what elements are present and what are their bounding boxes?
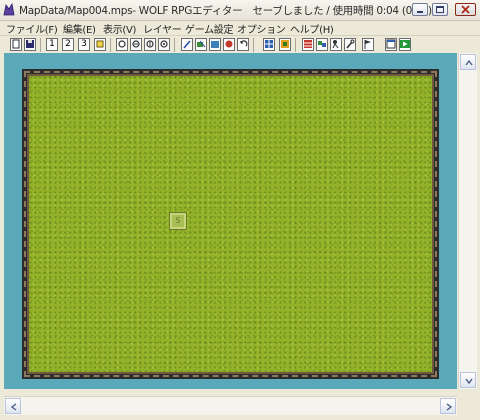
minimize-button[interactable] xyxy=(412,3,428,16)
map-canvas[interactable]: S xyxy=(4,53,457,389)
test-play-button[interactable] xyxy=(399,38,411,51)
close-icon xyxy=(461,5,470,14)
toolbar-separator xyxy=(40,38,41,52)
character-button[interactable] xyxy=(330,38,342,51)
rectangle-icon xyxy=(197,40,206,48)
menu-edit[interactable]: 編集(E) xyxy=(63,21,96,36)
zoom-2x-button[interactable] xyxy=(130,38,142,51)
new-file-button[interactable] xyxy=(10,38,22,51)
scrollbar-corner xyxy=(458,396,476,414)
scroll-up-button[interactable] xyxy=(460,54,476,70)
save-button[interactable] xyxy=(24,38,36,51)
test-play-settings-button[interactable] xyxy=(362,38,374,51)
toolbar-separator xyxy=(253,38,254,52)
rect-tool-button[interactable] xyxy=(195,38,207,51)
menu-file[interactable]: ファイル(F) xyxy=(6,21,58,36)
start-position-marker[interactable]: S xyxy=(169,212,187,230)
maximize-icon xyxy=(436,6,444,13)
zoom-icon xyxy=(132,40,140,48)
common-event-icon xyxy=(318,41,326,47)
arrow-left-icon xyxy=(10,403,17,411)
map-border: S xyxy=(22,69,439,379)
fill-tool-button[interactable] xyxy=(209,38,221,51)
maximize-button[interactable] xyxy=(432,3,448,16)
menu-options[interactable]: オプション xyxy=(237,21,286,36)
stamp-tool-button[interactable] xyxy=(223,38,235,51)
arrow-down-icon xyxy=(465,378,473,385)
layer-2-button[interactable]: 2 xyxy=(62,38,74,51)
scroll-down-button[interactable] xyxy=(460,372,476,388)
new-file-icon xyxy=(12,39,20,49)
flag-icon xyxy=(364,40,371,49)
map-grid-icon xyxy=(265,40,273,48)
paint-bucket-icon xyxy=(211,41,219,48)
window-icon xyxy=(386,39,396,49)
zoom-quarter-button[interactable] xyxy=(158,38,170,51)
start-marker-label: S xyxy=(175,216,181,225)
play-icon xyxy=(400,40,410,48)
map-select-button[interactable] xyxy=(263,38,275,51)
save-icon xyxy=(26,40,34,48)
title-bar[interactable]: MapData/Map004.mps- WOLF RPGエディター セーブしまし… xyxy=(0,0,480,21)
arrow-up-icon xyxy=(465,59,473,66)
scroll-left-button[interactable] xyxy=(5,398,21,414)
close-button[interactable] xyxy=(455,3,476,16)
zoom-half-button[interactable] xyxy=(144,38,156,51)
tileset-icon xyxy=(281,40,289,48)
minimize-icon xyxy=(417,11,423,13)
tools-button[interactable] xyxy=(344,38,356,51)
event-layer-button[interactable] xyxy=(94,38,106,51)
database-button[interactable] xyxy=(302,38,314,51)
vertical-scrollbar[interactable] xyxy=(458,53,477,389)
menu-bar: ファイル(F) 編集(E) 表示(V) レイヤー ゲーム設定 オプション ヘルプ… xyxy=(0,20,480,36)
toolbar-separator xyxy=(110,38,111,52)
undo-icon xyxy=(240,40,248,47)
scroll-right-button[interactable] xyxy=(440,398,456,414)
common-event-button[interactable] xyxy=(316,38,328,51)
arrow-right-icon xyxy=(446,403,453,411)
wrench-icon xyxy=(346,39,355,49)
toolbar: 1 2 3 xyxy=(0,35,480,54)
database-icon xyxy=(304,40,312,48)
zoom-icon xyxy=(160,40,168,48)
zoom-1x-button[interactable] xyxy=(116,38,128,51)
layer-1-button[interactable]: 1 xyxy=(46,38,58,51)
app-window: MapData/Map004.mps- WOLF RPGエディター セーブしまし… xyxy=(0,0,480,420)
wolf-app-icon xyxy=(3,3,15,16)
event-layer-icon xyxy=(96,40,104,48)
grass-field[interactable]: S xyxy=(29,76,432,372)
toolbar-separator xyxy=(295,38,296,52)
pen-tool-button[interactable] xyxy=(181,38,193,51)
stamp-icon xyxy=(225,40,233,48)
toolbar-separator xyxy=(174,38,175,52)
zoom-icon xyxy=(146,40,154,48)
character-icon xyxy=(332,40,339,49)
menu-help[interactable]: ヘルプ(H) xyxy=(290,21,334,36)
zoom-icon xyxy=(118,40,126,48)
pen-icon xyxy=(183,40,191,49)
layer-3-button[interactable]: 3 xyxy=(78,38,90,51)
menu-game-settings[interactable]: ゲーム設定 xyxy=(185,21,234,36)
game-window-button[interactable] xyxy=(385,38,397,51)
menu-layer[interactable]: レイヤー xyxy=(143,21,182,36)
menu-view[interactable]: 表示(V) xyxy=(103,21,136,36)
tileset-button[interactable] xyxy=(279,38,291,51)
undo-button[interactable] xyxy=(237,38,249,51)
window-title: MapData/Map004.mps- WOLF RPGエディター セーブしまし… xyxy=(19,5,432,17)
horizontal-scrollbar[interactable] xyxy=(4,396,457,415)
